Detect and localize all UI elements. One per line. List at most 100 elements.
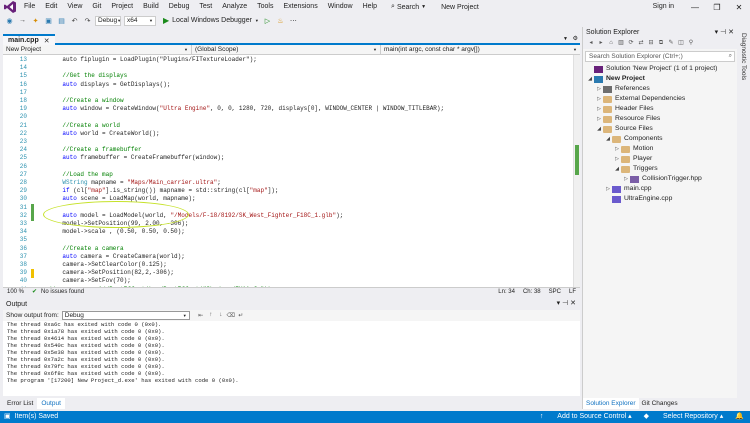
code-line[interactable]: 40 camera->SetFov(70);	[3, 277, 573, 285]
tree-item[interactable]: ▷ Motion	[583, 144, 737, 154]
menu-test[interactable]: Test	[194, 0, 217, 14]
search-menu[interactable]: ⌕ Search ▼	[386, 3, 431, 11]
expand-arrow-icon[interactable]: ▷	[595, 104, 603, 114]
expand-arrow-icon[interactable]: ▷	[595, 114, 603, 124]
menu-project[interactable]: Project	[106, 0, 138, 14]
code-line[interactable]: 38 camera->SetClearColor(0.125);	[3, 261, 573, 269]
menu-git[interactable]: Git	[87, 0, 106, 14]
switch-views-icon[interactable]: ▥	[616, 39, 626, 48]
tab-error-list[interactable]: Error List	[3, 398, 37, 409]
tree-item[interactable]: ◢ New Project	[583, 74, 737, 84]
scope-dropdown[interactable]: (Global Scope) ▼	[192, 45, 381, 54]
redo-icon[interactable]: ↷	[82, 15, 93, 26]
menu-build[interactable]: Build	[138, 0, 164, 14]
toolbar-more-icon[interactable]: ⋯	[288, 15, 299, 26]
expand-arrow-icon[interactable]: ▷	[595, 94, 603, 104]
configuration-select[interactable]: Debug ▼	[95, 15, 121, 26]
tab-list-dropdown-icon[interactable]: ▼	[563, 34, 568, 45]
expand-arrow-icon[interactable]: ▷	[604, 184, 612, 194]
tree-item[interactable]: ▷ CollisionTrigger.hpp	[583, 174, 737, 184]
next-message-icon[interactable]: ↓	[216, 312, 226, 319]
code-line[interactable]: 23	[3, 138, 573, 146]
pin-icon[interactable]: ▾ ⊣ ✕	[715, 27, 734, 38]
home-icon[interactable]: ⌂	[606, 39, 616, 48]
tree-item[interactable]: ◢ Components	[583, 134, 737, 144]
tree-item[interactable]: ▷ Header Files	[583, 104, 737, 114]
tree-item[interactable]: ◢ Triggers	[583, 164, 737, 174]
expand-arrow-icon[interactable]: ◢	[595, 124, 603, 134]
menu-file[interactable]: File	[19, 0, 40, 14]
menu-view[interactable]: View	[62, 0, 87, 14]
go-to-message-icon[interactable]: ⇤	[196, 312, 206, 319]
menu-analyze[interactable]: Analyze	[217, 0, 252, 14]
previous-message-icon[interactable]: ↑	[206, 312, 216, 319]
code-line[interactable]: 26	[3, 163, 573, 171]
sign-in-link[interactable]: Sign in	[653, 0, 674, 14]
tree-item[interactable]: ▷ Player	[583, 154, 737, 164]
menu-help[interactable]: Help	[358, 0, 382, 14]
save-icon[interactable]: ▣	[43, 15, 54, 26]
collapse-all-icon[interactable]: ⊟	[646, 39, 656, 48]
tree-item[interactable]: Solution 'New Project' (1 of 1 project)	[583, 64, 737, 74]
save-all-icon[interactable]: ▤	[56, 15, 67, 26]
pin-icon[interactable]: ▾ ⊣ ✕	[557, 298, 576, 310]
line-ending[interactable]: LF	[565, 288, 580, 297]
preview-icon[interactable]: ◫	[676, 39, 686, 48]
settings-icon[interactable]: ⚙	[573, 34, 578, 45]
code-line[interactable]: 24 //Create a framebuffer	[3, 146, 573, 154]
code-line[interactable]: 18 //Create a window	[3, 97, 573, 105]
expand-arrow-icon[interactable]: ▷	[622, 174, 630, 184]
expand-arrow-icon[interactable]: ◢	[604, 134, 612, 144]
zoom-level[interactable]: 100 %	[3, 288, 28, 297]
expand-arrow-icon[interactable]: ▷	[613, 154, 621, 164]
code-line[interactable]: 25 auto framebuffer = CreateFramebuffer(…	[3, 154, 573, 162]
code-line[interactable]: 14	[3, 64, 573, 72]
code-line[interactable]: 16 auto displays = GetDisplays();	[3, 81, 573, 89]
code-line[interactable]: 39 camera->SetPosition(82,2,-306);	[3, 269, 573, 277]
code-line[interactable]: 19 auto window = CreateWindow("Ultra Eng…	[3, 105, 573, 113]
tree-item[interactable]: UltraEngine.cpp	[583, 194, 737, 204]
tab-main-cpp[interactable]: main.cpp ✕	[3, 34, 55, 45]
forward-icon[interactable]: →	[17, 15, 28, 26]
code-line[interactable]: 22 auto world = CreateWorld();	[3, 130, 573, 138]
project-dropdown[interactable]: New Project ▼	[3, 45, 192, 54]
menu-tools[interactable]: Tools	[252, 0, 278, 14]
menu-debug[interactable]: Debug	[164, 0, 195, 14]
pending-changes-icon[interactable]: ⟳	[626, 39, 636, 48]
code-line[interactable]: 13 auto fiplugin = LoadPlugin("Plugins/F…	[3, 56, 573, 64]
whitespace-mode[interactable]: SPC	[545, 288, 565, 297]
menu-edit[interactable]: Edit	[40, 0, 62, 14]
back-icon[interactable]: ◉	[4, 15, 15, 26]
forward-icon[interactable]: ▸	[596, 39, 606, 48]
tree-item[interactable]: ▷ Resource Files	[583, 114, 737, 124]
expand-arrow-icon[interactable]: ◢	[586, 74, 594, 84]
code-line[interactable]: 28 WString mapname = "Maps/Main_carrier.…	[3, 179, 573, 187]
solution-search-input[interactable]: Search Solution Explorer (Ctrl+;) ⌕	[585, 51, 735, 62]
issues-status[interactable]: No issues found	[41, 288, 88, 297]
function-dropdown[interactable]: main(int argc, const char * argv[]) ▼	[381, 45, 580, 54]
code-line[interactable]: 36 //Create a camera	[3, 245, 573, 253]
sync-icon[interactable]: ⇄	[636, 39, 646, 48]
close-window-button[interactable]: ✕	[728, 0, 750, 14]
tree-item[interactable]: ▷ References	[583, 84, 737, 94]
code-line[interactable]: 20	[3, 113, 573, 121]
tab-output[interactable]: Output	[37, 398, 65, 409]
code-line[interactable]: 27 //Load the map	[3, 171, 573, 179]
platform-select[interactable]: x64 ▼	[124, 15, 156, 26]
code-line[interactable]: 17	[3, 89, 573, 97]
menu-extensions[interactable]: Extensions	[278, 0, 322, 14]
code-line[interactable]: 37 auto camera = CreateCamera(world);	[3, 253, 573, 261]
maximize-button[interactable]: ❐	[706, 0, 728, 14]
code-line[interactable]: 21 //Create a world	[3, 122, 573, 130]
back-icon[interactable]: ◂	[586, 39, 596, 48]
expand-arrow-icon[interactable]: ◢	[613, 164, 621, 174]
tab-git-changes[interactable]: Git Changes	[639, 398, 681, 409]
expand-arrow-icon[interactable]: ▷	[613, 144, 621, 154]
properties-icon[interactable]: ✎	[666, 39, 676, 48]
new-item-icon[interactable]: ✦	[30, 15, 41, 26]
tab-solution-explorer[interactable]: Solution Explorer	[583, 398, 639, 409]
code-line[interactable]: 35	[3, 236, 573, 244]
clear-all-icon[interactable]: ⌫	[226, 312, 236, 319]
output-text[interactable]: The thread 0xa6c has exited with code 0 …	[3, 321, 580, 396]
code-editor[interactable]: 13 auto fiplugin = LoadPlugin("Plugins/F…	[3, 55, 580, 287]
